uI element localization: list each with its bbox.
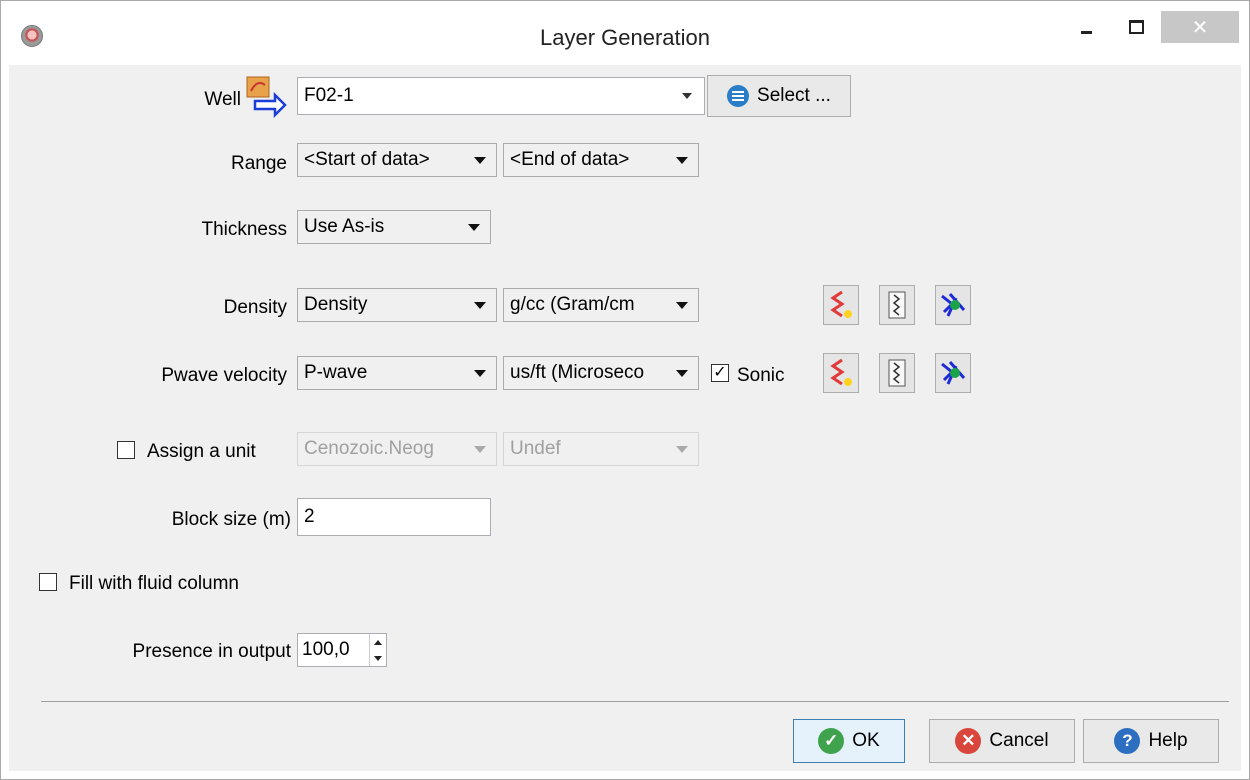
well-value: F02-1 (304, 85, 354, 106)
pwave-create-log-button[interactable] (823, 353, 859, 393)
pwave-unit-combo[interactable]: us/ft (Microseco (503, 356, 699, 390)
chevron-down-icon (676, 445, 688, 453)
log-view-icon (888, 291, 906, 319)
ok-label: OK (852, 730, 880, 751)
pwave-label: Pwave velocity (161, 365, 287, 386)
check-icon: ✓ (713, 364, 727, 381)
well-selector-button[interactable] (243, 75, 291, 119)
chevron-down-icon (682, 93, 692, 99)
assign-unit-label: Assign a unit (147, 441, 256, 462)
thickness-combo[interactable]: Use As-is (297, 210, 491, 244)
dialog-body: Well F02-1 Select ... Range <Start of da… (9, 65, 1241, 771)
cancel-x-icon: ✕ (955, 728, 982, 754)
fill-fluid-checkbox[interactable] (39, 573, 57, 591)
density-label: Density (223, 297, 287, 318)
sonic-checkbox[interactable]: ✓ (711, 364, 729, 382)
density-crossplot-button[interactable] (935, 285, 971, 325)
chevron-down-icon (676, 156, 688, 164)
spinner-buttons (369, 634, 386, 666)
assign-unit-value: Cenozoic.Neog (304, 438, 434, 459)
select-well-button[interactable]: Select ... (707, 75, 851, 117)
arrow-down-icon (374, 655, 382, 661)
well-selector-icon (246, 76, 287, 119)
cancel-button[interactable]: ✕ Cancel (929, 719, 1075, 763)
assign-subunit-combo[interactable]: Undef (503, 432, 699, 466)
density-create-log-button[interactable] (823, 285, 859, 325)
fill-fluid-label: Fill with fluid column (69, 573, 239, 594)
maximize-icon (1128, 20, 1144, 34)
arrow-up-icon (374, 639, 382, 645)
chevron-down-icon (676, 301, 688, 309)
chevron-down-icon (676, 369, 688, 377)
range-start-combo[interactable]: <Start of data> (297, 143, 497, 177)
layer-generation-window: Layer Generation ✕ Well F02-1 Select ...… (0, 0, 1250, 780)
chevron-down-icon (474, 156, 486, 164)
pwave-crossplot-button[interactable] (935, 353, 971, 393)
range-end-value: <End of data> (510, 149, 630, 170)
cancel-label: Cancel (989, 730, 1049, 751)
block-size-value: 2 (304, 506, 315, 527)
block-size-label: Block size (m) (171, 509, 291, 530)
spin-up-button[interactable] (370, 634, 386, 650)
density-value: Density (304, 294, 368, 315)
range-end-combo[interactable]: <End of data> (503, 143, 699, 177)
maximize-button[interactable] (1119, 11, 1153, 43)
chevron-down-icon (474, 301, 486, 309)
minimize-button[interactable] (1069, 11, 1103, 43)
pwave-log-view-button[interactable] (879, 353, 915, 393)
close-icon: ✕ (1191, 16, 1209, 39)
minimize-icon (1080, 30, 1092, 34)
well-select-combo[interactable]: F02-1 (297, 77, 705, 115)
well-label: Well (204, 89, 241, 110)
chevron-down-icon (468, 223, 480, 231)
block-size-input[interactable]: 2 (297, 498, 491, 536)
help-label: Help (1148, 730, 1188, 751)
close-button[interactable]: ✕ (1161, 11, 1239, 43)
pwave-value: P-wave (304, 362, 368, 383)
assign-unit-combo[interactable]: Cenozoic.Neog (297, 432, 497, 466)
chevron-down-icon (474, 445, 486, 453)
separator (41, 701, 1229, 702)
select-button-label: Select ... (757, 85, 831, 106)
assign-subunit-value: Undef (510, 438, 561, 459)
pwave-unit-value: us/ft (Microseco (510, 362, 645, 383)
range-start-value: <Start of data> (304, 149, 430, 170)
ok-check-icon: ✓ (818, 728, 845, 754)
sonic-label: Sonic (737, 365, 785, 386)
crossplot-icon (941, 361, 966, 385)
presence-label: Presence in output (132, 641, 291, 662)
thickness-label: Thickness (201, 219, 287, 240)
thickness-value: Use As-is (304, 216, 385, 237)
assign-unit-checkbox[interactable] (117, 441, 135, 459)
help-button[interactable]: ? Help (1083, 719, 1219, 763)
density-unit-value: g/cc (Gram/cm (510, 294, 635, 315)
presence-spinner[interactable]: 100,0 (297, 633, 387, 667)
spin-down-button[interactable] (370, 650, 386, 666)
window-title: Layer Generation (540, 25, 710, 50)
density-combo[interactable]: Density (297, 288, 497, 322)
density-log-view-button[interactable] (879, 285, 915, 325)
pwave-combo[interactable]: P-wave (297, 356, 497, 390)
help-question-icon: ? (1114, 728, 1141, 754)
ok-button[interactable]: ✓ OK (793, 719, 905, 763)
density-unit-combo[interactable]: g/cc (Gram/cm (503, 288, 699, 322)
list-icon (727, 85, 750, 107)
create-log-icon (830, 358, 852, 386)
create-log-icon (830, 290, 852, 318)
crossplot-icon (941, 293, 966, 317)
range-label: Range (231, 153, 287, 174)
chevron-down-icon (474, 369, 486, 377)
presence-value: 100,0 (302, 639, 350, 660)
log-view-icon (888, 359, 906, 387)
title-bar: Layer Generation ✕ (1, 1, 1249, 65)
